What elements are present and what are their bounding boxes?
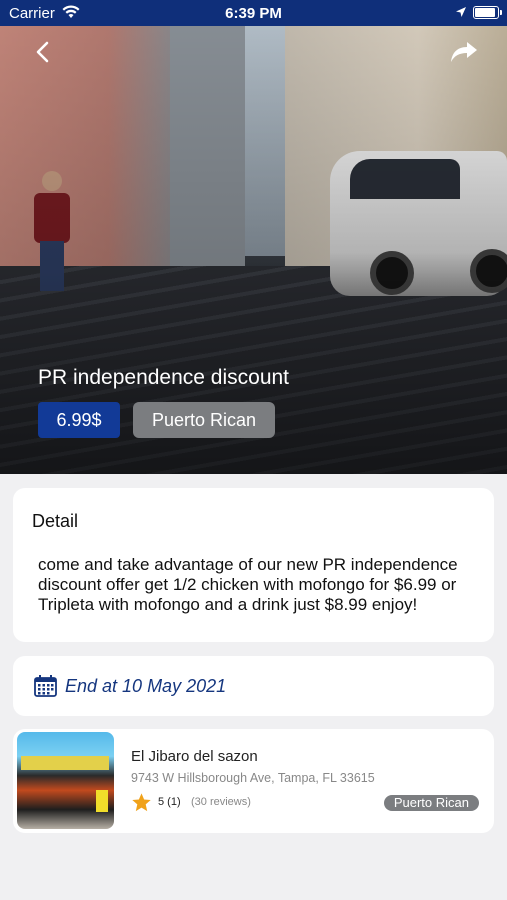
back-button[interactable] bbox=[32, 40, 62, 70]
deal-title: PR independence discount bbox=[38, 366, 290, 389]
detail-description: come and take advantage of our new PR in… bbox=[38, 555, 458, 614]
calendar-icon bbox=[34, 675, 57, 697]
detail-card: Detail come and take advantage of our ne… bbox=[13, 488, 494, 642]
location-arrow-icon bbox=[456, 7, 466, 17]
restaurant-category-badge: Puerto Rican bbox=[383, 795, 479, 811]
detail-heading: Detail bbox=[32, 511, 79, 531]
category-badge[interactable]: Puerto Rican bbox=[133, 402, 275, 438]
restaurant-photo bbox=[17, 732, 114, 829]
restaurant-name: El Jibaro del sazon bbox=[131, 748, 258, 765]
clock: 6:39 PM bbox=[225, 5, 282, 22]
restaurant-card[interactable]: El Jibaro del sazon 9743 W Hillsborough … bbox=[13, 729, 494, 833]
rating-value: 5 (1) bbox=[158, 796, 181, 808]
back-arrow-icon bbox=[36, 41, 49, 63]
end-date-text: End at 10 May 2021 bbox=[65, 676, 227, 696]
star-icon bbox=[132, 793, 151, 812]
end-date-card: End at 10 May 2021 bbox=[13, 656, 494, 716]
status-bar: Carrier 6:39 PM bbox=[0, 0, 507, 26]
share-icon bbox=[451, 42, 477, 62]
review-count: (30 reviews) bbox=[191, 796, 251, 808]
restaurant-address: 9743 W Hillsborough Ave, Tampa, FL 33615 bbox=[131, 771, 375, 785]
battery-icon bbox=[473, 6, 502, 19]
share-button[interactable] bbox=[449, 40, 483, 70]
hero-image: PR independence discount 6.99$ Puerto Ri… bbox=[0, 26, 507, 474]
price-badge: 6.99$ bbox=[38, 402, 120, 438]
